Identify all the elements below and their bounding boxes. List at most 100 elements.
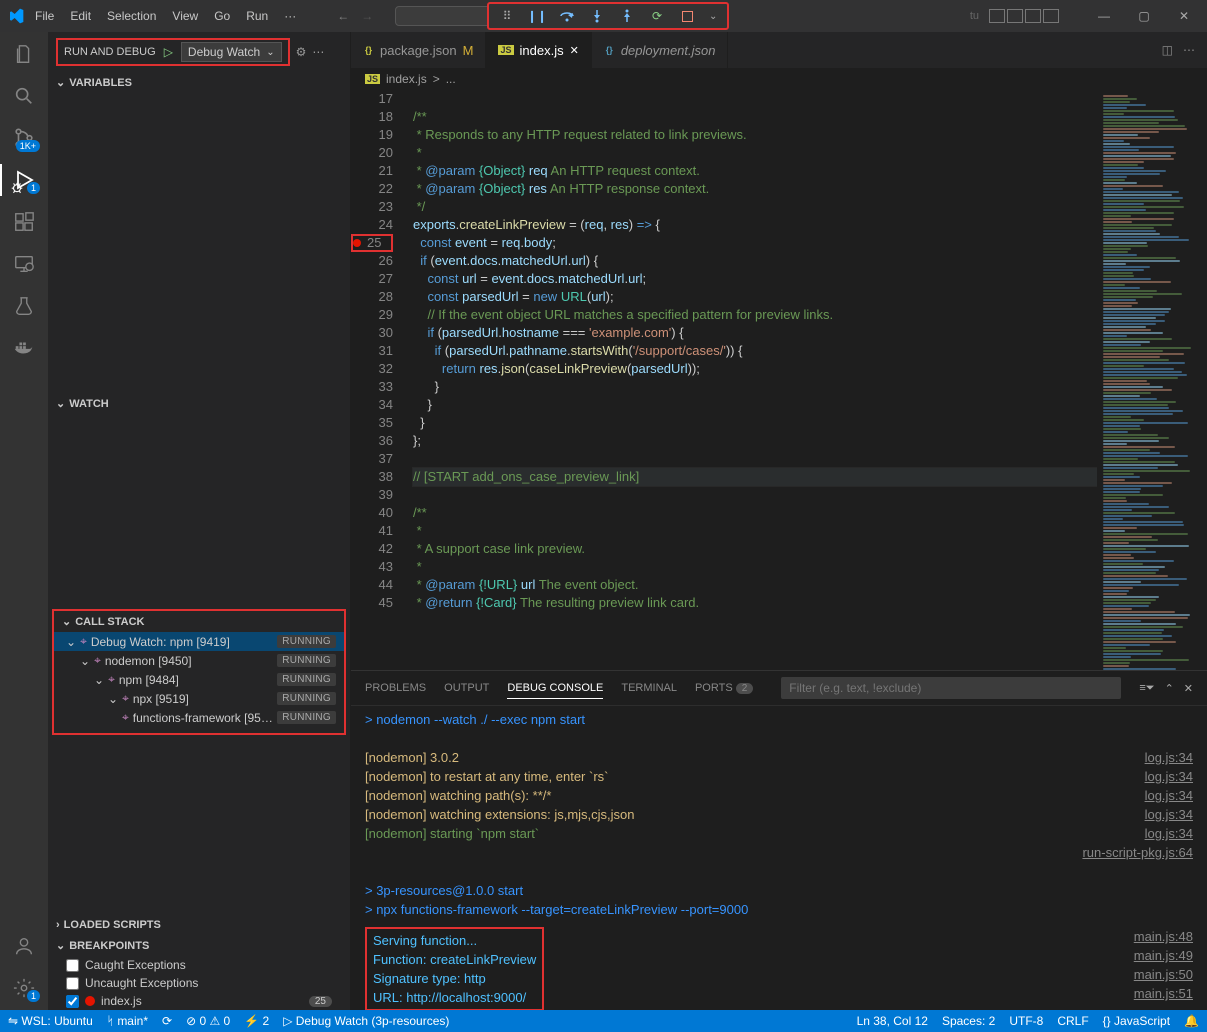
chevron-down-icon: ⌄ — [108, 692, 118, 706]
file-icon: {} — [604, 45, 615, 55]
drag-grip-icon[interactable]: ⠿ — [499, 8, 515, 24]
run-debug-title: RUN AND DEBUG — [64, 46, 156, 58]
activity-bar: 1K+ 1 1 — [0, 32, 48, 1010]
callstack-row[interactable]: ⌄⌖npx [9519]RUNNING — [54, 689, 344, 708]
callstack-row[interactable]: ⌄⌖nodemon [9450]RUNNING — [54, 651, 344, 670]
debug-process-icon: ⌖ — [80, 634, 87, 649]
panel-tab-terminal[interactable]: TERMINAL — [621, 682, 677, 694]
launch-config-dropdown[interactable]: Debug Watch ⌄ — [181, 42, 282, 62]
js-file-icon: JS — [365, 74, 380, 84]
breakpoint-dot-icon[interactable] — [353, 239, 361, 247]
pause-icon[interactable]: ❙❙ — [529, 8, 545, 24]
search-icon[interactable] — [12, 84, 36, 108]
menu-···[interactable]: ··· — [277, 5, 303, 27]
eol-status[interactable]: CRLF — [1057, 1014, 1088, 1028]
vscode-logo — [8, 8, 24, 24]
menu-file[interactable]: File — [28, 5, 61, 27]
minimap[interactable] — [1097, 90, 1207, 670]
tab-deployment-json[interactable]: {}deployment.json — [592, 32, 729, 68]
scm-icon[interactable]: 1K+ — [12, 126, 36, 150]
panel-tab-output[interactable]: OUTPUT — [444, 682, 489, 694]
notifications-icon[interactable]: 🔔 — [1184, 1014, 1199, 1028]
loaded-scripts-section[interactable]: ›LOADED SCRIPTS — [48, 915, 350, 935]
watch-section[interactable]: ⌄WATCH — [48, 393, 350, 414]
menu-selection[interactable]: Selection — [100, 5, 163, 27]
language-status[interactable]: {} JavaScript — [1103, 1014, 1170, 1028]
chevron-down-icon[interactable]: ⌄ — [709, 11, 717, 22]
split-editor-icon[interactable]: ◫ — [1162, 43, 1173, 57]
tab-package-json[interactable]: {}package.jsonM — [351, 32, 486, 68]
remote-indicator[interactable]: ⇋ WSL: Ubuntu — [8, 1014, 93, 1028]
editor-tabs: {}package.jsonMJSindex.js✕{}deployment.j… — [351, 32, 1207, 68]
debug-status[interactable]: ▷ Debug Watch (3p-resources) — [283, 1014, 449, 1028]
callstack-section[interactable]: ⌄CALL STACK — [54, 611, 344, 632]
filter-icon[interactable]: ≡⏷ — [1139, 682, 1154, 695]
code-editor[interactable]: 1718192021222324252627282930313233343536… — [351, 90, 1207, 670]
chevron-down-icon: ⌄ — [66, 635, 76, 649]
explorer-icon[interactable] — [12, 42, 36, 66]
restart-icon[interactable]: ⟳ — [649, 8, 665, 24]
maximize-button[interactable]: ▢ — [1129, 9, 1159, 23]
layout-controls[interactable] — [989, 9, 1059, 23]
step-over-icon[interactable] — [559, 8, 575, 24]
variables-section[interactable]: ⌄VARIABLES — [48, 72, 350, 93]
git-branch[interactable]: ᛋ main* — [107, 1014, 148, 1028]
breakpoint-file-row[interactable]: index.js25 — [48, 992, 350, 1010]
menu-go[interactable]: Go — [207, 5, 237, 27]
breakpoints-section[interactable]: ⌄BREAKPOINTS — [48, 935, 350, 956]
callstack-section-box: ⌄CALL STACK ⌄⌖Debug Watch: npm [9419]RUN… — [52, 609, 346, 735]
debug-process-icon: ⌖ — [122, 710, 129, 725]
panel-tab-ports[interactable]: PORTS — [695, 682, 733, 694]
panel-tab-debug-console[interactable]: DEBUG CONSOLE — [507, 682, 603, 699]
settings-gear-icon[interactable]: 1 — [12, 976, 36, 1000]
console-filter-input[interactable] — [781, 677, 1121, 699]
more-icon[interactable]: ⋯ — [1183, 43, 1195, 57]
file-icon: {} — [363, 45, 374, 55]
titlebar: FileEditSelectionViewGoRun··· ← → ⠿ ❙❙ ⟳… — [0, 0, 1207, 32]
close-button[interactable]: ✕ — [1169, 9, 1199, 23]
breakpoint-dot-icon — [85, 996, 95, 1006]
callstack-row[interactable]: ⌄⌖Debug Watch: npm [9419]RUNNING — [54, 632, 344, 651]
close-tab-icon[interactable]: ✕ — [570, 44, 579, 57]
tab-index-js[interactable]: JSindex.js✕ — [486, 32, 591, 68]
debug-console-output[interactable]: > nodemon --watch ./ --exec npm start[no… — [351, 706, 1207, 1010]
sync-icon[interactable]: ⟳ — [162, 1014, 172, 1028]
extensions-icon[interactable] — [12, 210, 36, 234]
menu-bar: FileEditSelectionViewGoRun··· — [28, 5, 303, 27]
menu-run[interactable]: Run — [239, 5, 275, 27]
step-into-icon[interactable] — [589, 8, 605, 24]
ports-status[interactable]: ⚡ 2 — [244, 1014, 269, 1028]
chevron-down-icon: ⌄ — [266, 47, 274, 58]
status-badge: RUNNING — [277, 635, 336, 648]
settings-gear-icon[interactable]: ⚙ — [296, 45, 307, 59]
indent-status[interactable]: Spaces: 2 — [942, 1014, 995, 1028]
menu-edit[interactable]: Edit — [63, 5, 98, 27]
nav-fwd-icon[interactable]: → — [361, 9, 373, 23]
start-debug-icon[interactable]: ▷ — [164, 45, 173, 59]
step-out-icon[interactable] — [619, 8, 635, 24]
status-badge: RUNNING — [277, 673, 336, 686]
testing-icon[interactable] — [12, 294, 36, 318]
problems-status[interactable]: ⊘ 0 ⚠ 0 — [186, 1014, 230, 1028]
stop-icon[interactable] — [679, 8, 695, 24]
callstack-row[interactable]: ⌖functions-framework [954…RUNNING — [54, 708, 344, 727]
cursor-position[interactable]: Ln 38, Col 12 — [857, 1014, 928, 1028]
minimize-button[interactable]: — — [1089, 9, 1119, 23]
caught-exceptions-checkbox[interactable]: Caught Exceptions — [48, 956, 350, 974]
more-icon[interactable]: ⋯ — [312, 45, 324, 59]
run-and-debug-header: RUN AND DEBUG ▷ Debug Watch ⌄ — [56, 38, 290, 66]
remote-explorer-icon[interactable] — [12, 252, 36, 276]
accounts-icon[interactable] — [12, 934, 36, 958]
callstack-row[interactable]: ⌄⌖npm [9484]RUNNING — [54, 670, 344, 689]
docker-icon[interactable] — [12, 336, 36, 360]
breadcrumb[interactable]: JS index.js > ... — [351, 68, 1207, 90]
debug-icon[interactable]: 1 — [12, 168, 36, 192]
panel-tab-problems[interactable]: PROBLEMS — [365, 682, 426, 694]
menu-view[interactable]: View — [165, 5, 205, 27]
uncaught-exceptions-checkbox[interactable]: Uncaught Exceptions — [48, 974, 350, 992]
nav-back-icon[interactable]: ← — [337, 9, 349, 23]
encoding-status[interactable]: UTF-8 — [1009, 1014, 1043, 1028]
collapse-icon[interactable]: ⌃ — [1165, 682, 1174, 695]
debug-sidebar: RUN AND DEBUG ▷ Debug Watch ⌄ ⚙ ⋯ ⌄VARIA… — [48, 32, 351, 1010]
close-panel-icon[interactable]: ✕ — [1184, 682, 1193, 695]
